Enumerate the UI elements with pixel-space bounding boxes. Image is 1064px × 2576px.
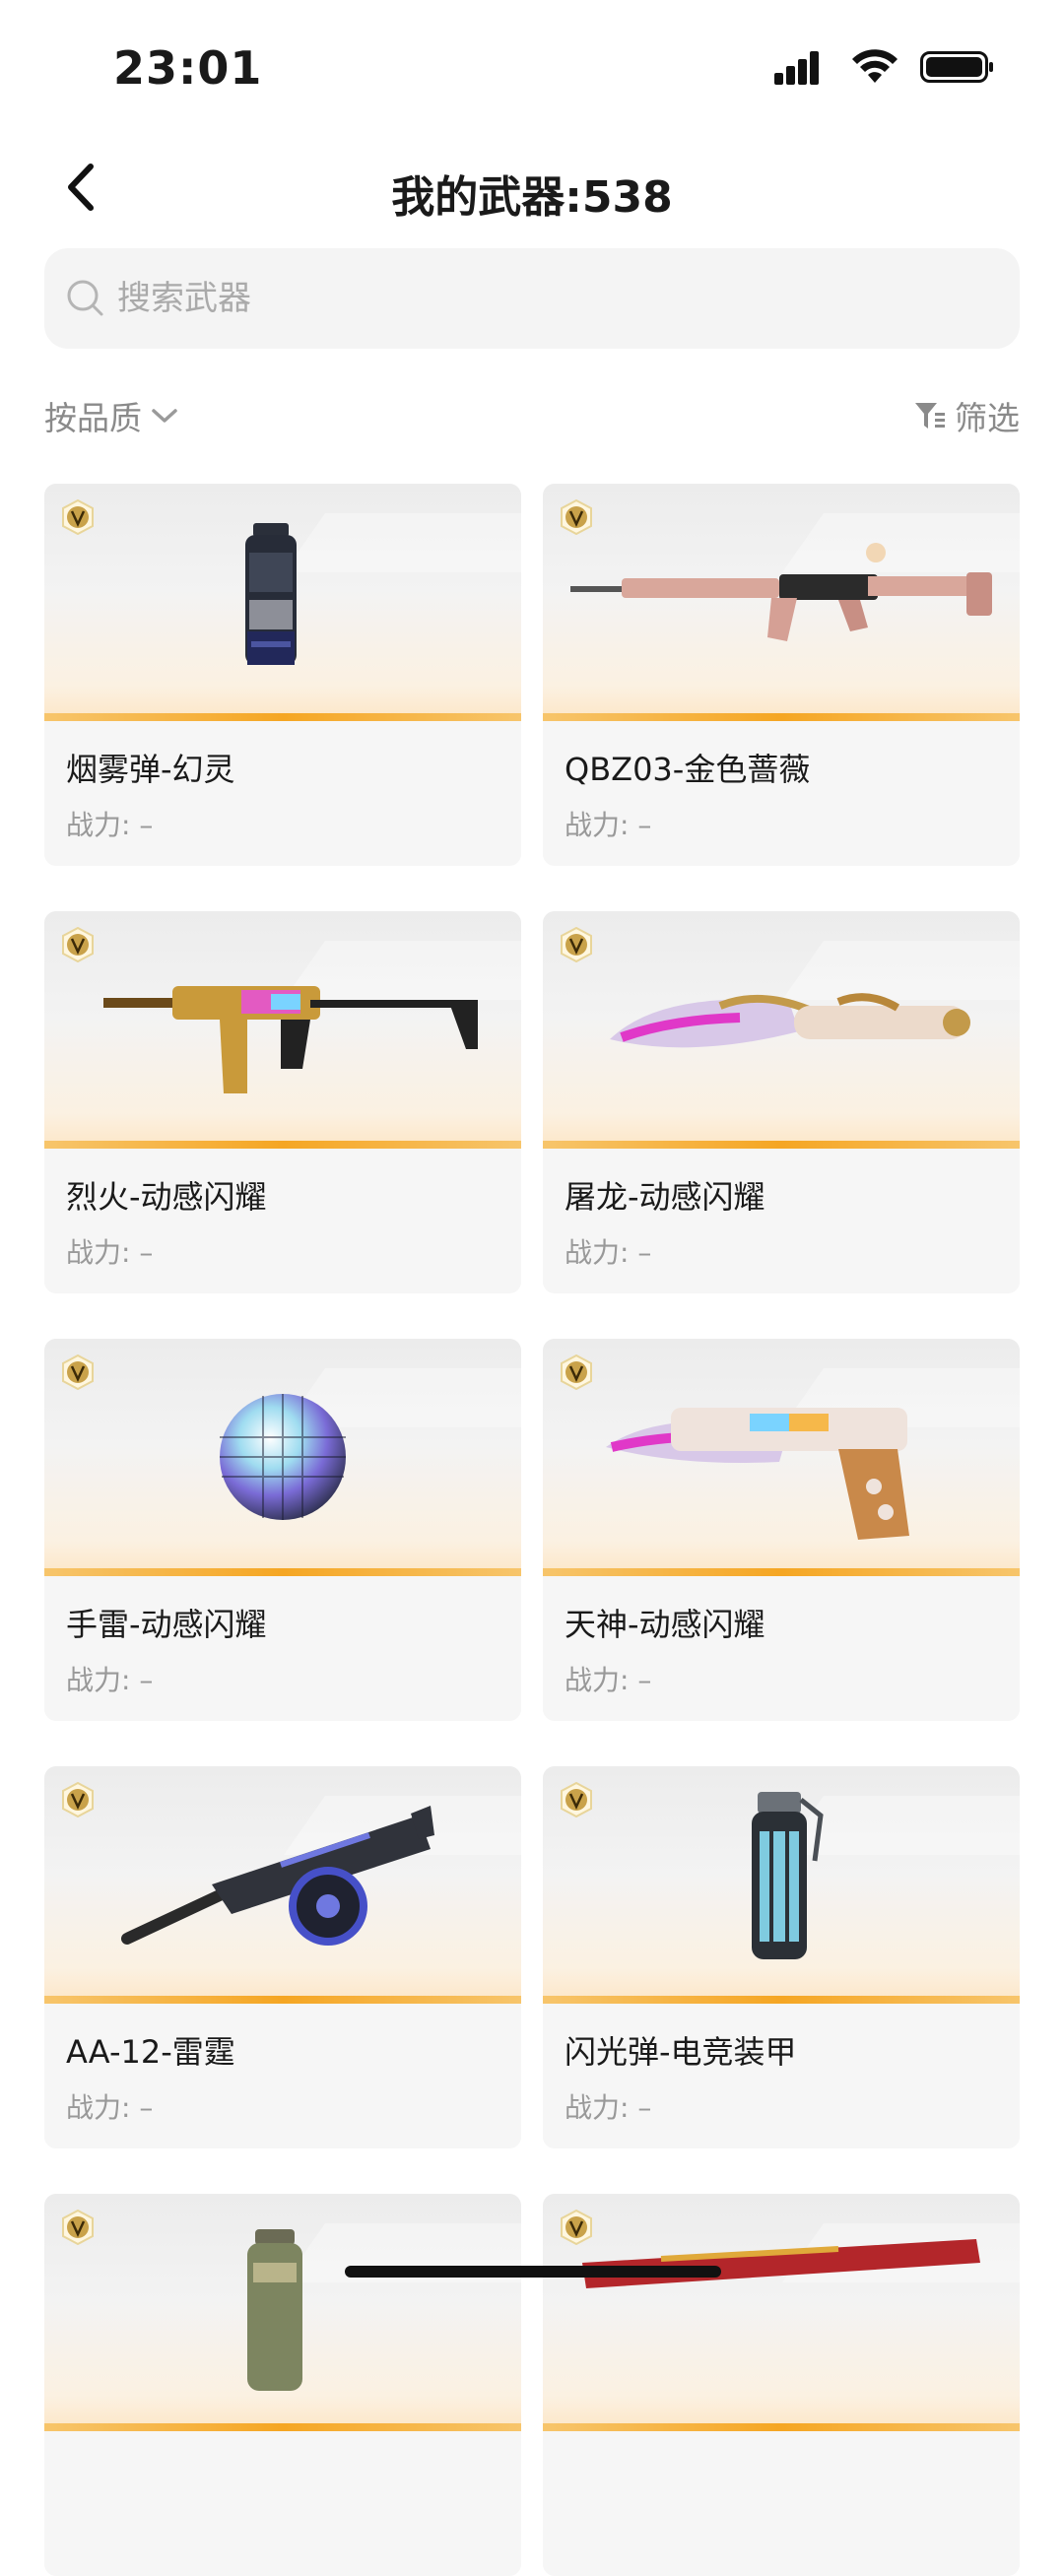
weapon-name: 烈火-动感闪耀 (66, 1178, 267, 1216)
weapon-name: 屠龙-动感闪耀 (565, 1178, 765, 1216)
weapon-image-area (543, 1766, 1020, 2004)
wifi-icon (852, 49, 898, 83)
flash-grenade-image (752, 1792, 824, 1959)
weapon-grid: 烟雾弹-幻灵 战力: – QBZ03-金色蔷薇 战力: – 烈火-动感闪耀 战力… (44, 484, 1020, 2576)
weapon-power: 战力: – (66, 1236, 154, 1269)
cellular-signal-icon (774, 51, 819, 85)
weapon-power: 战力: – (66, 1664, 154, 1696)
weapon-image-area (44, 2194, 521, 2431)
weapon-image-area (543, 2194, 1020, 2431)
status-time: 23:01 (113, 41, 263, 95)
weapon-image-area (44, 911, 521, 1149)
chevron-down-icon (152, 409, 177, 423)
weapon-power: 战力: – (565, 1664, 652, 1696)
search-bar[interactable] (44, 248, 1020, 349)
weapon-power: 战力: – (565, 1236, 652, 1269)
sort-by-quality-dropdown[interactable]: 按品质 (44, 392, 179, 439)
weapon-image-area (44, 1339, 521, 1576)
weapon-name: AA-12-雷霆 (66, 2033, 235, 2071)
status-bar: 23:01 (0, 0, 1064, 138)
rifle-image (582, 2239, 980, 2288)
weapon-card[interactable] (543, 2194, 1020, 2576)
rifle-image (570, 543, 992, 641)
weapon-card[interactable]: 屠龙-动感闪耀 战力: – (543, 911, 1020, 1293)
weapon-name: 闪光弹-电竞装甲 (565, 2033, 797, 2071)
weapon-image-area (543, 484, 1020, 721)
status-icons (774, 49, 995, 85)
disco-ball-grenade-image (220, 1394, 346, 1520)
weapon-name: 烟雾弹-幻灵 (66, 751, 235, 788)
weapon-image-area (44, 1766, 521, 2004)
weapon-card[interactable]: 天神-动感闪耀 战力: – (543, 1339, 1020, 1721)
weapon-name: QBZ03-金色蔷薇 (565, 751, 811, 788)
battery-icon (920, 51, 993, 83)
pistol-image (606, 1408, 909, 1540)
weapon-name: 天神-动感闪耀 (565, 1606, 765, 1643)
weapon-card[interactable]: 闪光弹-电竞装甲 战力: – (543, 1766, 1020, 2148)
knife-image (610, 993, 970, 1048)
smoke-grenade-image (245, 523, 297, 665)
grenade-image (247, 2229, 302, 2391)
weapon-power: 战力: – (66, 809, 154, 841)
weapon-image-area (543, 1339, 1020, 1576)
filter-bar: 按品质 筛选 (44, 392, 1020, 441)
sort-label: 按品质 (44, 399, 142, 437)
weapon-image-area (44, 484, 521, 721)
weapon-image-area (543, 911, 1020, 1149)
filter-label: 筛选 (955, 399, 1020, 437)
filter-funnel-icon (915, 403, 945, 429)
search-icon (67, 280, 103, 316)
weapon-card[interactable]: 手雷-动感闪耀 战力: – (44, 1339, 521, 1721)
weapon-power: 战力: – (565, 2091, 652, 2124)
home-indicator[interactable] (345, 2266, 721, 2278)
weapon-card[interactable] (44, 2194, 521, 2576)
weapon-power: 战力: – (66, 2091, 154, 2124)
filter-button[interactable]: 筛选 (913, 392, 1020, 439)
smg-image (103, 986, 478, 1093)
weapon-power: 战力: – (565, 809, 652, 841)
weapon-card[interactable]: 烟雾弹-幻灵 战力: – (44, 484, 521, 866)
shotgun-image (121, 1806, 434, 1946)
nav-bar: 我的武器:538 (0, 138, 1064, 246)
page-title: 我的武器:538 (391, 172, 673, 223)
weapon-card[interactable]: QBZ03-金色蔷薇 战力: – (543, 484, 1020, 866)
weapon-card[interactable]: AA-12-雷霆 战力: – (44, 1766, 521, 2148)
weapon-name: 手雷-动感闪耀 (66, 1606, 267, 1643)
weapon-card[interactable]: 烈火-动感闪耀 战力: – (44, 911, 521, 1293)
search-input[interactable] (115, 278, 907, 319)
